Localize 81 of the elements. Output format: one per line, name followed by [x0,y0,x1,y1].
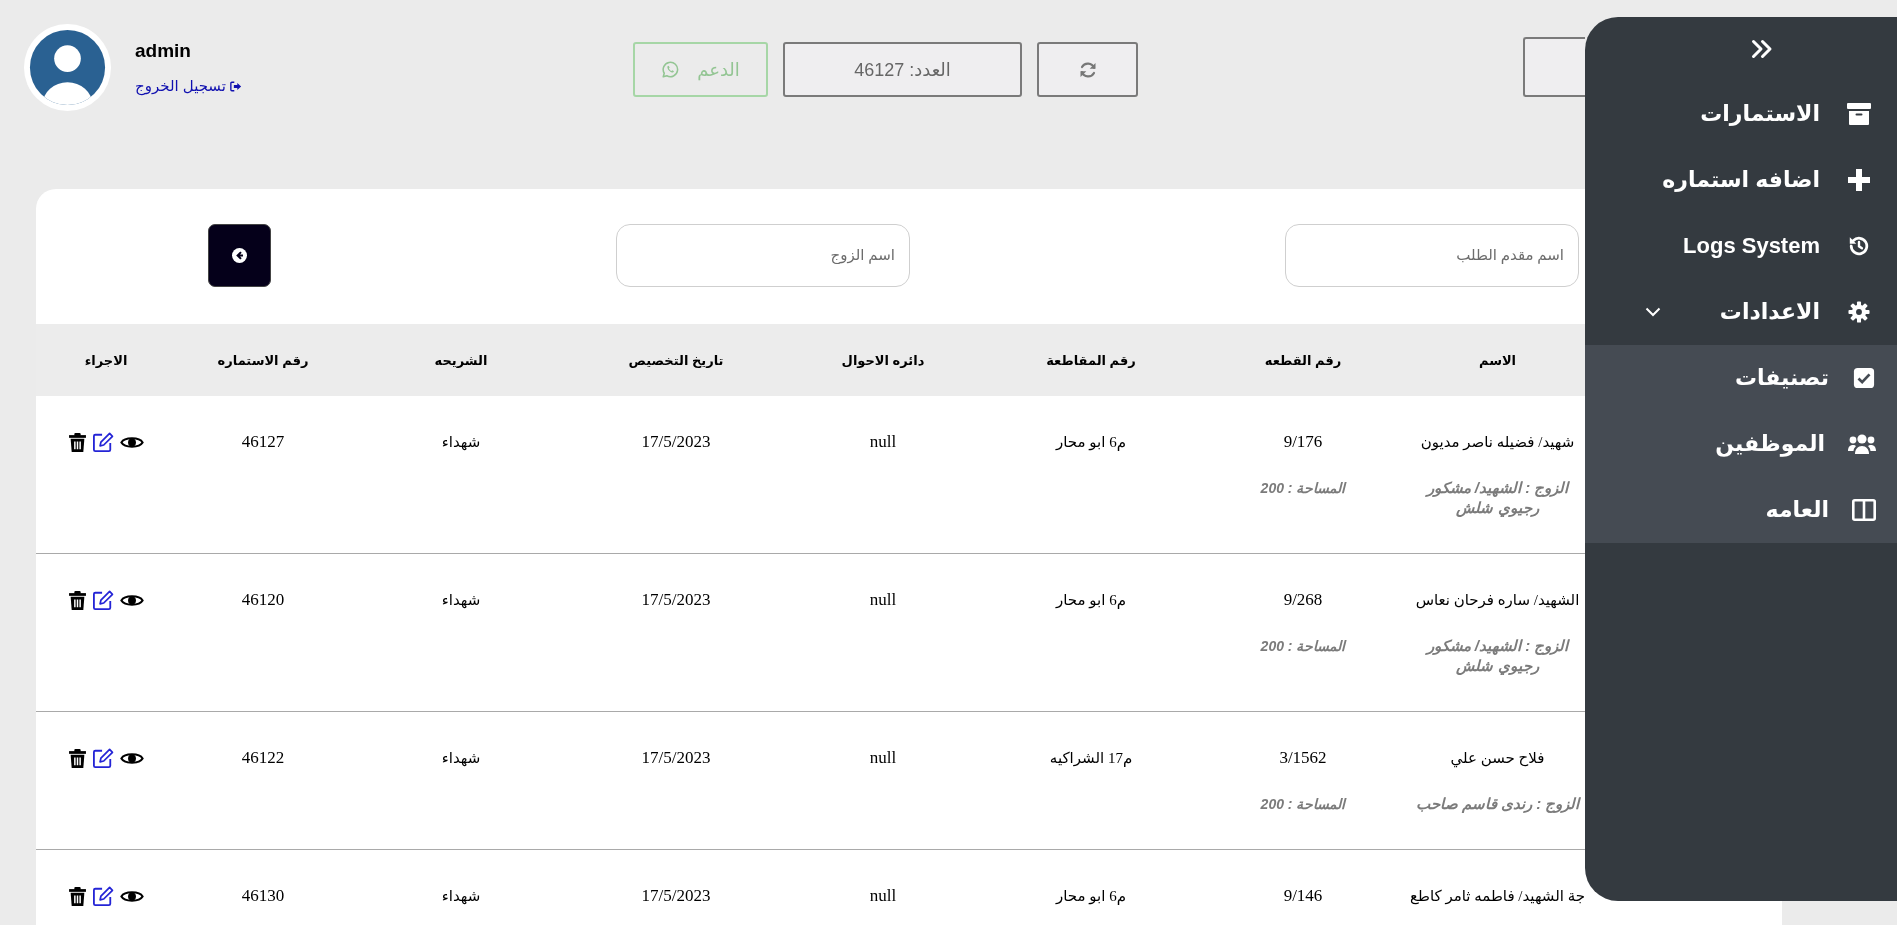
eye-icon[interactable] [119,434,144,450]
column-header: رقم المقاطعة [1045,352,1137,368]
sidebar-item[interactable]: الموظفين [1585,411,1897,477]
area-text: المساحة : 200 [1260,479,1346,498]
edit-icon[interactable] [91,886,114,906]
users-icon [1848,433,1876,455]
eye-icon[interactable] [119,750,144,766]
column-header: رقم القطعه [1263,352,1343,368]
spouse-name: الزوج : رندى قاسم صاحب [1415,794,1580,814]
table-cell-text: م6 ابو محار [1056,887,1126,907]
header-button[interactable] [1523,37,1585,97]
columns-icon [1852,499,1876,521]
table-cell: 9/146 [1283,885,1323,907]
arrow-button[interactable] [208,224,271,287]
sidebar-item[interactable]: الاعدادات [1585,279,1897,345]
archive-box-icon [1847,103,1871,125]
double-chevron-right-icon[interactable] [1751,39,1773,59]
sidebar-item[interactable]: اضافه استماره [1585,147,1897,213]
user-name: admin [135,39,191,63]
sidebar-item[interactable]: الاستمارات [1585,81,1897,147]
table-cell: 46120 [241,589,285,611]
table-cell: 17/5/2023 [641,885,711,907]
area-text: المساحة : 200 [1260,795,1346,814]
gear-icon [1847,301,1871,323]
table-cell-text: شهيد/ فضيله ناصر مديون [1420,433,1575,453]
edit-icon[interactable] [91,748,114,768]
column-header: الاسم [1477,352,1518,368]
eye-icon[interactable] [119,888,144,904]
refresh-button[interactable] [1037,42,1138,97]
table-cell: null [869,589,897,611]
history-icon [1847,235,1871,257]
table-cell: null [869,431,897,453]
phone-bubble-icon [661,60,680,79]
table-cell: 3/1562 [1279,747,1327,769]
arrow-circle-icon [232,248,247,263]
sidebar-item[interactable]: العامه [1585,477,1897,543]
area-text: المساحة : 200 [1260,637,1346,656]
table-cell-text: شهداء [441,591,481,611]
table-cell-text: م6 ابو محار [1056,433,1126,453]
sign-out-icon [229,80,242,92]
table-cell-text: الشهيد/ ساره فرحان نعاس [1415,591,1580,611]
table-cell: 17/5/2023 [641,589,711,611]
trash-icon[interactable] [68,432,86,452]
table-cell: 46122 [241,747,285,769]
sidebar-item[interactable]: Logs System [1585,213,1897,279]
table-cell: null [869,747,897,769]
table-cell-text: شهداء [441,433,481,453]
table-cell-text: شهداء [441,749,481,769]
column-header: تاريخ التخصيص [627,352,725,368]
count-display: العدد: 46127 [783,42,1022,97]
check-square-icon [1852,367,1876,389]
filter-field[interactable]: اسم مقدم الطلب [1285,224,1579,287]
table-cell: null [869,885,897,907]
table-cell-text: جة الشهيد/ فاطمه ثامر كاطع [1410,887,1585,907]
table-cell-text: م6 ابو محار [1056,591,1126,611]
table-cell: 46127 [241,431,285,453]
sidebar-item[interactable]: تصنيفات [1585,345,1897,411]
table-cell: 9/268 [1283,589,1323,611]
avatar-icon [24,24,111,111]
spouse-name: الزوج : الشهيد/ مشكور رجيوي شلش [1424,636,1571,676]
column-header: الشريحه [433,352,489,368]
table-cell: 17/5/2023 [641,747,711,769]
table-cell-text: شهداء [441,887,481,907]
spouse-name: الزوج : الشهيد/ مشكور رجيوي شلش [1424,478,1571,518]
trash-icon[interactable] [68,590,86,610]
column-header: الاجراء [83,352,129,368]
trash-icon[interactable] [68,748,86,768]
edit-icon[interactable] [91,590,114,610]
filter-field[interactable]: اسم الزوج [616,224,910,287]
column-header: رقم الاستماره [216,352,310,368]
table-cell: 46130 [241,885,285,907]
eye-icon[interactable] [119,592,144,608]
trash-icon[interactable] [68,886,86,906]
edit-icon[interactable] [91,432,114,452]
table-cell-text: م17 الشراكيه [1049,749,1133,769]
plus-icon [1847,169,1871,191]
table-cell: 9/176 [1283,431,1323,453]
table-cell: 17/5/2023 [641,431,711,453]
table-cell-text: فلاح حسن علي [1450,749,1545,769]
logout-link[interactable]: تسجيل الخروج [135,76,242,96]
column-header: دائره الاحوال [840,352,926,368]
